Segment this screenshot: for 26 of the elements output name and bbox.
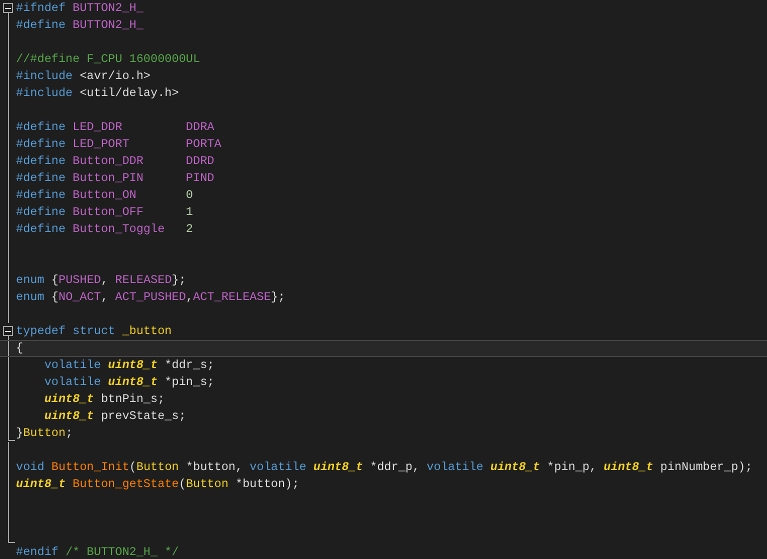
code-line: enum {NO_ACT, ACT_PUSHED,ACT_RELEASE};	[16, 290, 286, 305]
code-line: #endif /* BUTTON2_H_ */	[16, 545, 179, 559]
code-line: #ifndef BUTTON2_H_	[16, 1, 144, 16]
code-line: #define Button_PIN PIND	[16, 171, 214, 186]
code-line: #define Button_Toggle 2	[16, 222, 194, 237]
collapse-icon[interactable]	[3, 326, 13, 336]
code-line: enum {PUSHED, RELEASED};	[16, 273, 186, 288]
code-line: volatile uint8_t *pin_s;	[43, 375, 214, 390]
code-line: uint8_t Button_getState(Button *button);	[16, 477, 300, 492]
code-line: #define LED_DDR DDRA	[16, 120, 214, 135]
collapse-icon[interactable]	[3, 3, 13, 13]
code-line: {	[16, 341, 24, 356]
code-line: uint8_t prevState_s;	[43, 409, 186, 424]
code-line: #include <avr/io.h>	[16, 69, 151, 84]
code-line: //#define F_CPU 16000000UL	[16, 52, 200, 67]
code-line: #include <util/delay.h>	[16, 86, 179, 101]
code-line: }Button;	[16, 426, 73, 441]
code-line: #define LED_PORT PORTA	[16, 137, 222, 152]
code-line: typedef struct _button	[16, 324, 172, 339]
code-line: volatile uint8_t *ddr_s;	[43, 358, 214, 373]
code-line: #define Button_ON 0	[16, 188, 194, 203]
code-line: #define Button_OFF 1	[16, 205, 194, 220]
code-line: uint8_t btnPin_s;	[43, 392, 165, 407]
code-line: #define Button_DDR DDRD	[16, 154, 214, 169]
code-line: void Button_Init(Button *button, volatile uint8_t *ddr_p, volatile uint8_t *pin_p, uint8_t pinNumber_p);	[16, 460, 752, 475]
code-line: #define BUTTON2_H_	[16, 18, 144, 33]
